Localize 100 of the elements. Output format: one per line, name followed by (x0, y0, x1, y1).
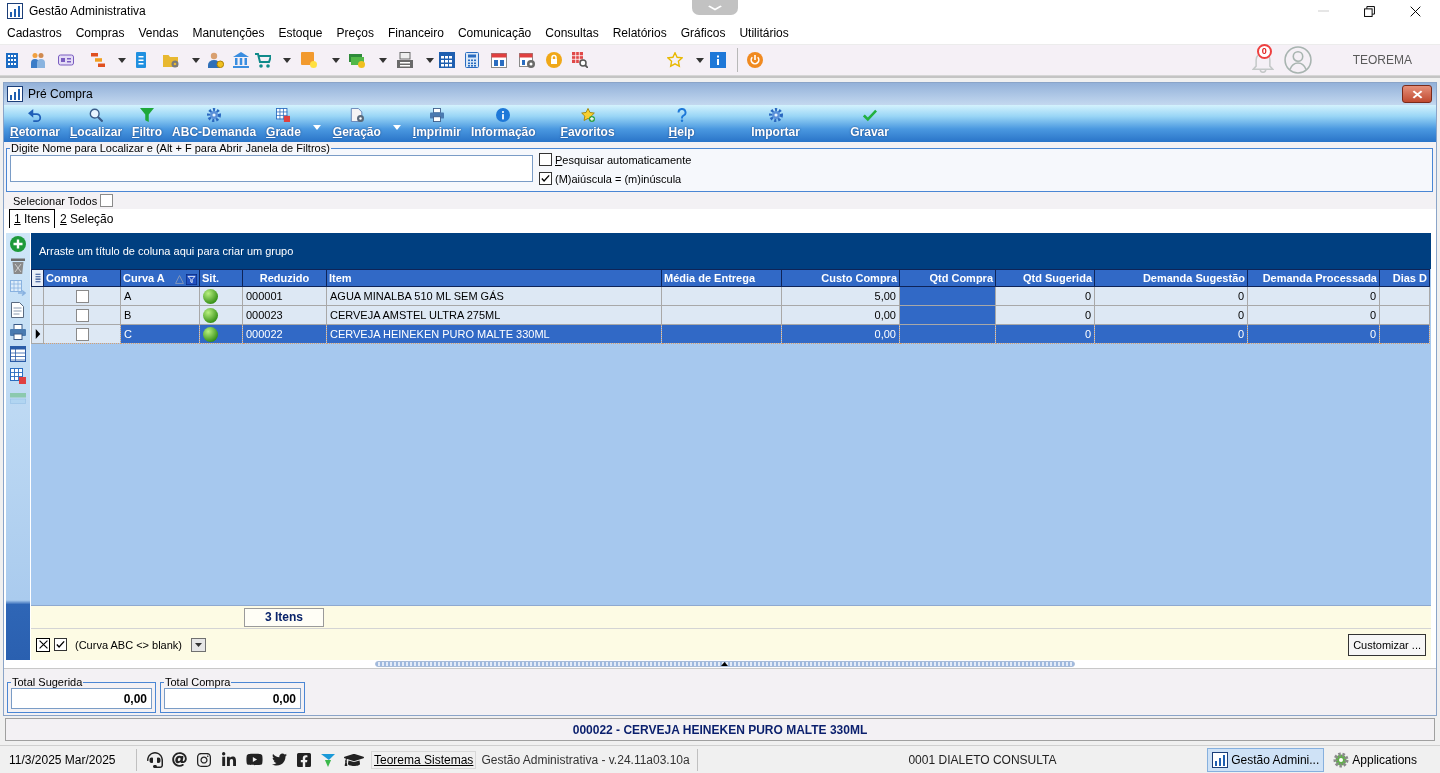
menu-item[interactable]: Relatórios (605, 23, 674, 43)
customize-button[interactable]: Customizar ... (1348, 633, 1426, 656)
checkbox[interactable] (539, 153, 552, 166)
task-button[interactable]: Gestão Admini... (1207, 747, 1325, 772)
toolbar-button[interactable]: Gravar (822, 105, 917, 142)
document-icon[interactable] (133, 52, 149, 68)
caret-icon[interactable] (332, 57, 340, 63)
at-sign-icon[interactable] (172, 752, 187, 767)
menu-item[interactable]: Financeiro (380, 23, 451, 43)
filter-dropdown-button[interactable] (191, 637, 206, 652)
column-header[interactable]: Custo Compra (781, 269, 900, 287)
printer-icon[interactable] (10, 324, 26, 340)
card-icon[interactable] (58, 52, 74, 68)
caret-icon[interactable] (192, 57, 200, 63)
column-header[interactable]: Curva A (120, 269, 200, 287)
column-header[interactable]: Compra (43, 269, 121, 287)
toolbar-button[interactable]: ABC-Demanda (167, 105, 262, 142)
toolbar-button[interactable]: Grade (261, 105, 328, 142)
column-header[interactable]: Reduzido (242, 269, 327, 287)
person-coin-icon[interactable] (208, 52, 224, 68)
caret-icon[interactable] (426, 57, 434, 63)
info-icon[interactable] (710, 52, 726, 68)
cash-register-icon[interactable] (397, 52, 413, 68)
total-field: 0,00 (164, 688, 301, 709)
menu-item[interactable]: Comunicação (450, 23, 539, 43)
youtube-icon[interactable] (246, 751, 263, 768)
caret-icon[interactable] (379, 57, 387, 63)
toolbar-button[interactable]: Help (634, 105, 729, 142)
menu-item[interactable]: Vendas (131, 23, 186, 43)
triangle-logo-icon[interactable] (321, 752, 335, 767)
gear-icon (1333, 751, 1350, 768)
bank-icon[interactable] (233, 52, 249, 68)
toolbar-button[interactable]: Imprimir (407, 105, 466, 142)
checkbox[interactable] (100, 194, 114, 207)
linkedin-icon[interactable] (221, 751, 237, 768)
website-link[interactable]: Teorema Sistemas (371, 750, 477, 769)
caret-icon[interactable] (283, 57, 291, 63)
add-icon[interactable] (10, 236, 26, 252)
checkbox[interactable] (75, 308, 89, 322)
column-header[interactable]: Demanda Processada (1247, 269, 1380, 287)
column-header[interactable]: Sit. (199, 269, 243, 287)
menu-item[interactable]: Manutenções (185, 23, 272, 43)
toolbar-button[interactable]: Favoritos (540, 105, 635, 142)
caret-icon[interactable] (696, 57, 704, 63)
menu-item[interactable]: Gráficos (673, 23, 733, 43)
instagram-icon[interactable] (196, 751, 212, 768)
table-icon[interactable] (10, 346, 26, 362)
form-title: Pré Compra (28, 87, 93, 101)
toolbar-button[interactable]: Informação (465, 105, 541, 142)
checkbox[interactable] (539, 172, 552, 185)
item-count: 3 Itens (244, 607, 324, 627)
checkbox[interactable] (75, 327, 89, 341)
column-header[interactable]: Item (326, 269, 662, 287)
toolbar-button[interactable]: Geração (327, 105, 408, 142)
close-button[interactable] (1402, 85, 1432, 103)
toolbar-button[interactable]: Localizar (65, 105, 128, 142)
folder-gear-icon[interactable] (163, 52, 179, 68)
headset-icon[interactable] (147, 751, 163, 768)
menu-item[interactable]: Consultas (538, 23, 606, 43)
splitter-handle[interactable] (374, 661, 1075, 667)
toolbar-button[interactable]: Retornar (5, 105, 65, 142)
facebook-icon[interactable] (296, 751, 312, 768)
people-icon[interactable] (30, 52, 46, 68)
caret-icon[interactable] (118, 57, 126, 63)
cart-icon[interactable] (255, 52, 271, 68)
column-header[interactable]: Qtd Sugerida (995, 269, 1095, 287)
column-header[interactable]: Dias D (1379, 269, 1430, 287)
status-dot-icon (203, 326, 218, 342)
clear-filter-button[interactable] (36, 637, 50, 652)
calendar-gear-icon[interactable] (519, 52, 535, 68)
search-field[interactable] (10, 155, 533, 182)
checkbox[interactable] (75, 289, 89, 303)
money-icon[interactable] (349, 52, 365, 68)
menu-item[interactable]: Estoque (271, 23, 330, 43)
calculator-icon[interactable] (464, 52, 480, 68)
twitter-icon[interactable] (272, 752, 287, 767)
close-icon (1411, 89, 1423, 99)
star-icon[interactable] (667, 52, 683, 68)
checkbox[interactable] (54, 638, 67, 651)
column-header[interactable]: Demanda Sugestão (1094, 269, 1248, 287)
task-button[interactable]: Applications (1328, 747, 1422, 772)
trash-icon[interactable] (10, 258, 26, 274)
toolbar-button[interactable]: Importar (728, 105, 823, 142)
building-icon[interactable] (4, 52, 20, 68)
menu-item[interactable]: Cadastros (0, 23, 69, 43)
toolbar-button[interactable]: Filtro (127, 105, 168, 142)
column-header[interactable]: Média de Entrega (661, 269, 782, 287)
calendar-icon[interactable] (491, 52, 507, 68)
grid-search-icon[interactable] (572, 52, 588, 68)
column-header[interactable]: Qtd Compra (899, 269, 996, 287)
grid-icon[interactable] (10, 368, 26, 384)
document-icon[interactable] (10, 302, 26, 318)
bars-icon[interactable] (90, 52, 106, 68)
calendar-grid-icon[interactable] (439, 52, 455, 68)
tab[interactable]: 1 Itens (9, 209, 56, 228)
menu-item[interactable]: Utilitários (732, 23, 796, 43)
filter-icon[interactable] (186, 273, 197, 285)
menu-item[interactable]: Compras (68, 23, 132, 43)
row-indicator[interactable] (31, 286, 44, 306)
menu-item[interactable]: Preços (329, 23, 381, 43)
